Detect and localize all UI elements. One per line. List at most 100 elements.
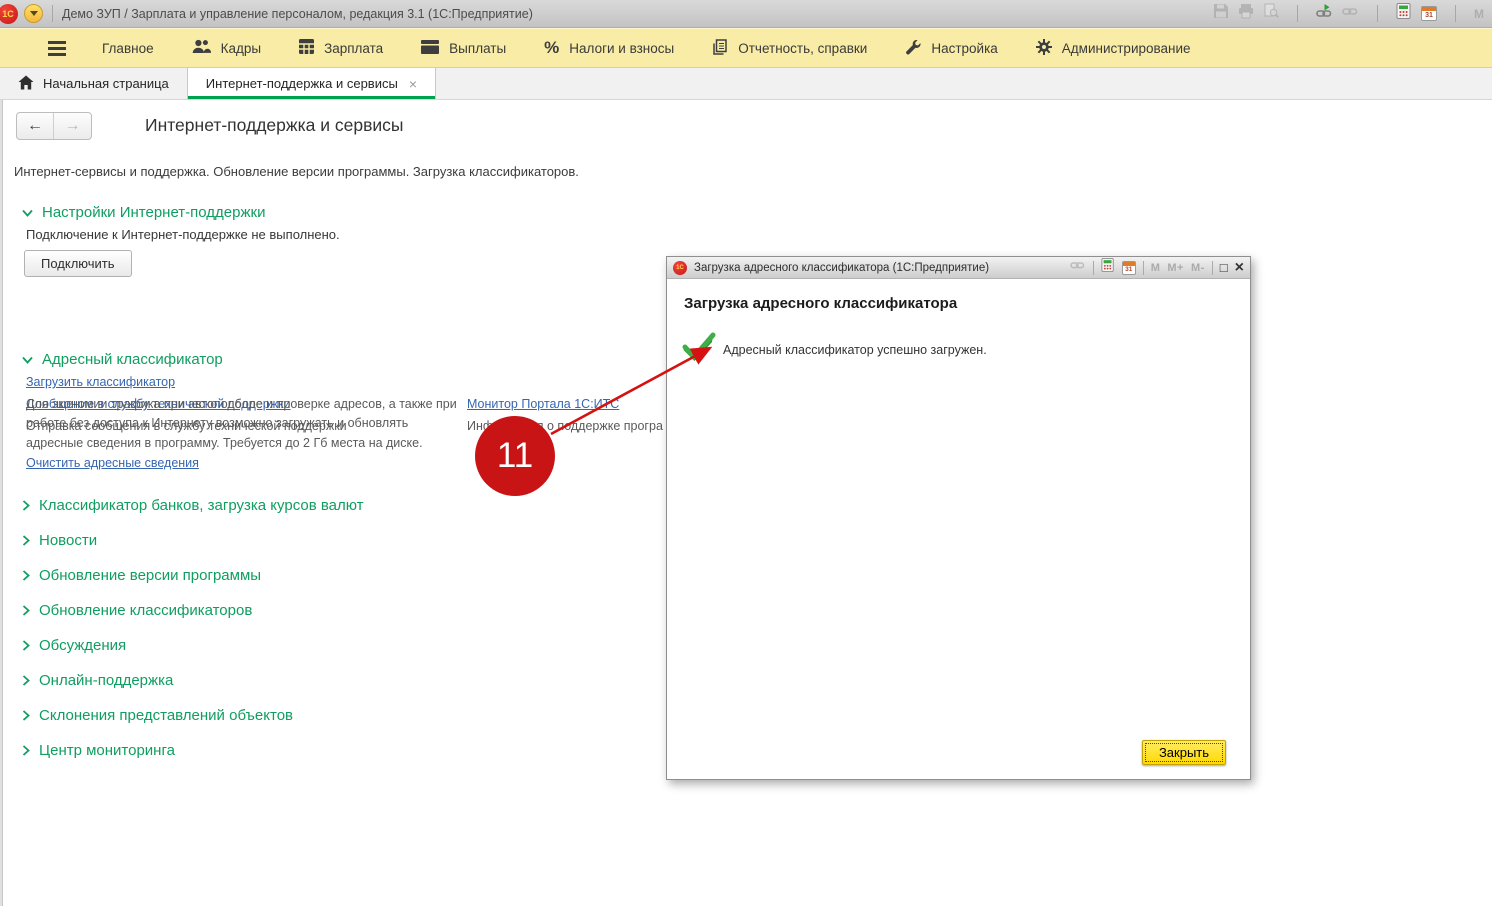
menu-item-vyplaty[interactable]: Выплаты bbox=[409, 29, 518, 67]
tab-internet-support[interactable]: Интернет-поддержка и сервисы × bbox=[188, 68, 436, 99]
menu-label: Налоги и взносы bbox=[569, 41, 674, 56]
main-menu-dropdown-button[interactable] bbox=[24, 4, 43, 23]
calendar-icon[interactable]: 31 bbox=[1421, 6, 1437, 21]
calendar-icon[interactable]: 31 bbox=[1122, 261, 1136, 275]
calculator-grid-icon bbox=[299, 39, 314, 57]
section-title: Новости bbox=[39, 532, 97, 549]
section-title: Обсуждения bbox=[39, 637, 126, 654]
dialog-titlebar: 1С Загрузка адресного классификатора (1С… bbox=[667, 257, 1250, 279]
hamburger-menu-icon[interactable] bbox=[44, 37, 70, 60]
menu-item-zarplata[interactable]: Зарплата bbox=[287, 29, 395, 67]
menu-item-glavnoe[interactable]: Главное bbox=[90, 29, 166, 67]
close-tab-icon[interactable]: × bbox=[409, 76, 417, 92]
menu-label: Настройка bbox=[931, 41, 997, 56]
section-news[interactable]: Новости bbox=[22, 523, 364, 558]
section-monitoring-center[interactable]: Центр мониторинга bbox=[22, 733, 364, 768]
chevron-right-icon bbox=[22, 500, 30, 511]
menu-item-administrirovanie[interactable]: Администрирование bbox=[1024, 29, 1203, 67]
back-button[interactable]: ← bbox=[17, 113, 54, 139]
section-title: Адресный классификатор bbox=[42, 351, 223, 368]
connection-status: Подключение к Интернет-поддержке не выпо… bbox=[26, 227, 340, 242]
chevron-right-icon bbox=[22, 570, 30, 581]
people-icon bbox=[192, 39, 211, 57]
calendar-day-label: 31 bbox=[1422, 12, 1436, 19]
calculator-icon[interactable] bbox=[1101, 258, 1115, 277]
section-declensions[interactable]: Склонения представлений объектов bbox=[22, 698, 364, 733]
percent-icon: % bbox=[544, 38, 559, 58]
page-title: Интернет-поддержка и сервисы bbox=[145, 115, 404, 136]
close-button[interactable]: Закрыть bbox=[1142, 740, 1226, 765]
section-internet-support-settings[interactable]: Настройки Интернет-поддержки bbox=[22, 204, 265, 221]
chevron-right-icon bbox=[22, 605, 30, 616]
collapsed-sections: Классификатор банков, загрузка курсов ва… bbox=[22, 488, 364, 768]
link-icon[interactable] bbox=[1070, 258, 1086, 277]
maximize-icon[interactable]: □ bbox=[1220, 261, 1228, 274]
menu-label: Выплаты bbox=[449, 41, 506, 56]
its-portal-monitor-link[interactable]: Монитор Портала 1С:ИТС bbox=[467, 397, 619, 411]
chevron-down-icon bbox=[30, 11, 38, 16]
section-title: Обновление классификаторов bbox=[39, 602, 252, 619]
history-nav: ← → bbox=[16, 112, 92, 140]
gear-icon bbox=[1036, 39, 1052, 58]
section-classifier-update[interactable]: Обновление классификаторов bbox=[22, 593, 364, 628]
memory-button[interactable]: М bbox=[1151, 262, 1161, 274]
section-discussions[interactable]: Обсуждения bbox=[22, 628, 364, 663]
section-title: Склонения представлений объектов bbox=[39, 707, 293, 724]
dialog-heading: Загрузка адресного классификатора bbox=[684, 295, 1250, 312]
page-subtitle: Интернет-сервисы и поддержка. Обновление… bbox=[14, 164, 579, 179]
save-icon[interactable] bbox=[1213, 3, 1229, 24]
print-icon[interactable] bbox=[1238, 3, 1254, 24]
get-link-icon[interactable] bbox=[1316, 3, 1333, 24]
section-bank-classifier[interactable]: Классификатор банков, загрузка курсов ва… bbox=[22, 488, 364, 523]
divider bbox=[1455, 5, 1456, 22]
dialog-title: Загрузка адресного классификатора (1С:Пр… bbox=[694, 262, 989, 274]
section-title: Центр мониторинга bbox=[39, 742, 175, 759]
load-classifier-link[interactable]: Загрузить классификатор bbox=[26, 375, 175, 389]
print-preview-icon[interactable] bbox=[1263, 3, 1279, 24]
section-online-support[interactable]: Онлайн-поддержка bbox=[22, 663, 364, 698]
tab-home[interactable]: Начальная страница bbox=[0, 68, 188, 99]
close-icon[interactable]: × bbox=[1235, 260, 1244, 276]
divider bbox=[1143, 261, 1144, 275]
forward-button[interactable]: → bbox=[54, 113, 91, 139]
chevron-right-icon bbox=[22, 675, 30, 686]
tabbar: Начальная страница Интернет-поддержка и … bbox=[0, 68, 1492, 100]
section-address-classifier[interactable]: Адресный классификатор bbox=[22, 351, 223, 368]
chevron-right-icon bbox=[22, 710, 30, 721]
window-title: Демо ЗУП / Зарплата и управление персона… bbox=[62, 7, 533, 21]
window-edge bbox=[0, 100, 3, 906]
section-title: Настройки Интернет-поддержки bbox=[42, 204, 265, 221]
menu-item-nalogi[interactable]: % Налоги и взносы bbox=[532, 29, 686, 67]
menu-item-kadry[interactable]: Кадры bbox=[180, 29, 273, 67]
divider bbox=[1093, 261, 1094, 275]
classifier-description: Для экономии трафика при автоподборе и п… bbox=[26, 395, 464, 453]
chevron-right-icon bbox=[22, 535, 30, 546]
home-icon bbox=[18, 75, 34, 93]
menu-item-otchetnost[interactable]: Отчетность, справки bbox=[700, 29, 879, 67]
main-menubar: Главное Кадры Зарплата Выплаты % Налоги … bbox=[0, 28, 1492, 68]
section-title: Онлайн-поддержка bbox=[39, 672, 173, 689]
calendar-day-label: 31 bbox=[1123, 266, 1135, 273]
chevron-right-icon bbox=[22, 640, 30, 651]
memory-plus-button[interactable]: М+ bbox=[1167, 262, 1184, 274]
wallet-icon bbox=[421, 40, 439, 57]
chevron-down-icon bbox=[22, 356, 33, 364]
menu-label: Администрирование bbox=[1062, 41, 1191, 56]
1c-logo-icon: 1С bbox=[673, 261, 687, 275]
section-title: Обновление версии программы bbox=[39, 567, 261, 584]
chevron-down-icon bbox=[22, 209, 33, 217]
memory-button[interactable]: М bbox=[1474, 7, 1484, 21]
clear-address-data-link[interactable]: Очистить адресные сведения bbox=[26, 456, 199, 470]
section-title: Классификатор банков, загрузка курсов ва… bbox=[39, 497, 364, 514]
divider bbox=[52, 5, 53, 22]
calculator-icon[interactable] bbox=[1396, 3, 1412, 24]
connect-button[interactable]: Подключить bbox=[24, 250, 132, 277]
success-checkmark-icon bbox=[682, 332, 716, 367]
menu-label: Отчетность, справки bbox=[738, 41, 867, 56]
go-to-link-icon[interactable] bbox=[1342, 3, 1359, 24]
divider bbox=[1212, 261, 1213, 275]
section-program-update[interactable]: Обновление версии программы bbox=[22, 558, 364, 593]
memory-minus-button[interactable]: М- bbox=[1191, 262, 1205, 274]
divider bbox=[1297, 5, 1298, 22]
menu-item-nastroyka[interactable]: Настройка bbox=[893, 29, 1009, 67]
